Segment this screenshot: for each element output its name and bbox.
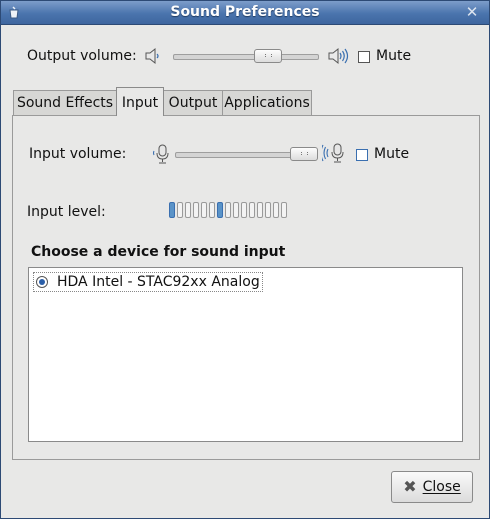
list-item[interactable]: HDA Intel - STAC92xx Analog (33, 272, 263, 292)
level-segment (185, 202, 191, 218)
level-segment (241, 202, 247, 218)
sound-preferences-window: Sound Preferences ✕ Output volume: Mute … (0, 0, 490, 519)
level-segment (177, 202, 183, 218)
output-volume-slider[interactable] (173, 49, 319, 63)
input-level-label: Input level: (27, 204, 106, 220)
window-title: Sound Preferences (170, 4, 320, 20)
window-close-icon[interactable]: ✕ (463, 4, 481, 20)
input-volume-thumb[interactable] (290, 147, 318, 161)
close-button[interactable]: ✖ Close (391, 471, 473, 503)
level-segment (169, 202, 175, 218)
tab-input[interactable]: Input (116, 87, 164, 116)
level-segment (225, 202, 231, 218)
level-segment (273, 202, 279, 218)
input-volume-slider[interactable] (175, 147, 318, 161)
level-segment (281, 202, 287, 218)
tab-output[interactable]: Output (163, 90, 223, 115)
level-segment (233, 202, 239, 218)
input-volume-label: Input volume: (29, 146, 127, 162)
output-volume-trough (173, 54, 319, 60)
level-segment (265, 202, 271, 218)
device-section-title: Choose a device for sound input (31, 244, 286, 260)
microphone-high-icon (320, 142, 348, 170)
output-volume-label: Output volume: (27, 48, 137, 64)
speaker-low-icon (144, 47, 162, 69)
level-segment (193, 202, 199, 218)
output-mute-checkbox[interactable] (358, 51, 370, 63)
level-segment (209, 202, 215, 218)
close-button-label: Close (422, 479, 461, 495)
tab-applications[interactable]: Applications (222, 90, 312, 115)
output-volume-thumb[interactable] (254, 49, 282, 63)
close-x-icon: ✖ (403, 477, 417, 496)
microphone-low-icon (151, 143, 171, 169)
device-name: HDA Intel - STAC92xx Analog (57, 274, 260, 290)
title-bar[interactable]: Sound Preferences ✕ (1, 1, 489, 25)
speaker-high-icon (327, 46, 349, 70)
level-segment (257, 202, 263, 218)
input-level-meter (169, 202, 287, 218)
level-segment (249, 202, 255, 218)
tab-sound-effects[interactable]: Sound Effects (13, 90, 117, 115)
level-segment (217, 202, 223, 218)
device-radio-button[interactable] (36, 276, 48, 288)
input-mute-checkbox[interactable] (356, 149, 368, 161)
input-device-list[interactable]: HDA Intel - STAC92xx Analog (28, 267, 463, 442)
input-tab-panel: Input volume: Mute Input level: Choose a… (12, 115, 480, 460)
output-mute-label[interactable]: Mute (376, 48, 411, 64)
level-segment (201, 202, 207, 218)
input-mute-label[interactable]: Mute (374, 146, 409, 162)
